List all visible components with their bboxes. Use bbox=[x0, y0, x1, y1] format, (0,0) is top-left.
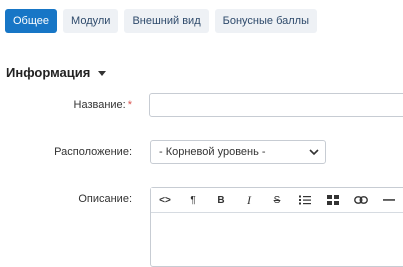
bold-button[interactable]: B bbox=[207, 188, 235, 212]
bold-icon: B bbox=[217, 194, 225, 206]
tab-general[interactable]: Общее bbox=[5, 9, 58, 33]
tab-modules[interactable]: Модули bbox=[63, 9, 119, 33]
caret-down-icon bbox=[98, 71, 107, 76]
description-editor[interactable]: <> ¶ B I S bbox=[150, 187, 403, 267]
italic-button[interactable]: I bbox=[235, 188, 263, 212]
bullet-list-button[interactable] bbox=[291, 188, 319, 212]
name-label-text: Название: bbox=[73, 99, 126, 111]
link-icon bbox=[354, 196, 368, 204]
chevron-down-icon bbox=[309, 149, 319, 156]
tab-bonus-points[interactable]: Бонусные баллы bbox=[214, 9, 317, 33]
description-label: Описание: bbox=[78, 193, 132, 205]
name-field-label: Название: * bbox=[74, 99, 133, 111]
section-title: Информация bbox=[6, 65, 91, 80]
table-button[interactable] bbox=[319, 188, 347, 212]
tab-bar: Общее Модули Внешний вид Бонусные баллы bbox=[5, 9, 317, 33]
italic-icon: I bbox=[247, 192, 251, 207]
editor-toolbar: <> ¶ B I S bbox=[151, 188, 403, 213]
location-selected-value: - Корневой уровень - bbox=[159, 146, 266, 158]
tab-appearance[interactable]: Внешний вид bbox=[124, 9, 209, 33]
horizontal-rule-icon bbox=[383, 199, 395, 201]
location-label: Расположение: bbox=[54, 146, 132, 158]
name-input[interactable] bbox=[149, 93, 403, 117]
bullet-list-icon bbox=[299, 195, 311, 205]
strikethrough-icon: S bbox=[273, 194, 281, 206]
horizontal-rule-button[interactable] bbox=[375, 188, 403, 212]
link-button[interactable] bbox=[347, 188, 375, 212]
table-icon bbox=[327, 195, 339, 205]
strikethrough-button[interactable]: S bbox=[263, 188, 291, 212]
paragraph-icon: ¶ bbox=[190, 194, 196, 206]
required-marker: * bbox=[127, 99, 132, 111]
paragraph-button[interactable]: ¶ bbox=[179, 188, 207, 212]
code-icon: <> bbox=[159, 194, 171, 206]
section-header[interactable]: Информация bbox=[6, 65, 107, 80]
code-view-button[interactable]: <> bbox=[151, 188, 179, 212]
location-select[interactable]: - Корневой уровень - bbox=[150, 140, 326, 164]
